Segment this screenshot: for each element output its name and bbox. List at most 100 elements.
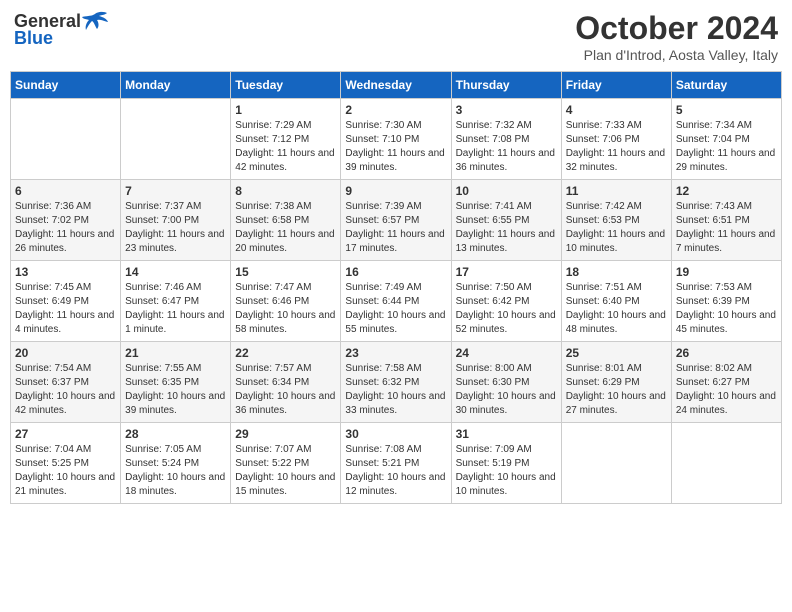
day-number: 30 [345,427,446,441]
calendar-cell: 10 Sunrise: 7:41 AM Sunset: 6:55 PM Dayli… [451,180,561,261]
cell-content: Sunrise: 7:41 AM Sunset: 6:55 PM Dayligh… [456,200,557,256]
day-number: 3 [456,103,557,117]
day-number: 24 [456,346,557,360]
day-number: 17 [456,265,557,279]
cell-content: Sunrise: 7:54 AM Sunset: 6:37 PM Dayligh… [15,362,116,418]
calendar-cell: 11 Sunrise: 7:42 AM Sunset: 6:53 PM Dayli… [561,180,671,261]
cell-content: Sunrise: 7:58 AM Sunset: 6:32 PM Dayligh… [345,362,446,418]
cell-content: Sunrise: 7:53 AM Sunset: 6:39 PM Dayligh… [676,281,777,337]
cell-content: Sunrise: 7:42 AM Sunset: 6:53 PM Dayligh… [566,200,667,256]
calendar-cell: 19 Sunrise: 7:53 AM Sunset: 6:39 PM Dayli… [671,261,781,342]
logo: General Blue [14,10,109,49]
day-number: 14 [125,265,226,279]
day-number: 29 [235,427,336,441]
cell-content: Sunrise: 7:33 AM Sunset: 7:06 PM Dayligh… [566,119,667,175]
cell-content: Sunrise: 7:36 AM Sunset: 7:02 PM Dayligh… [15,200,116,256]
calendar-cell: 17 Sunrise: 7:50 AM Sunset: 6:42 PM Dayli… [451,261,561,342]
header-day-sunday: Sunday [11,72,121,99]
day-number: 20 [15,346,116,360]
cell-content: Sunrise: 7:32 AM Sunset: 7:08 PM Dayligh… [456,119,557,175]
calendar-cell: 13 Sunrise: 7:45 AM Sunset: 6:49 PM Dayli… [11,261,121,342]
day-number: 22 [235,346,336,360]
day-number: 26 [676,346,777,360]
calendar-header-row: SundayMondayTuesdayWednesdayThursdayFrid… [11,72,782,99]
day-number: 1 [235,103,336,117]
cell-content: Sunrise: 7:45 AM Sunset: 6:49 PM Dayligh… [15,281,116,337]
calendar-cell: 18Sunrise: 7:51 AM Sunset: 6:40 PM Dayli… [561,261,671,342]
day-number: 11 [566,184,667,198]
calendar-week-row: 13 Sunrise: 7:45 AM Sunset: 6:49 PM Dayli… [11,261,782,342]
cell-content: Sunrise: 7:47 AM Sunset: 6:46 PM Dayligh… [235,281,336,337]
day-number: 5 [676,103,777,117]
calendar-cell: 7 Sunrise: 7:37 AM Sunset: 7:00 PM Daylig… [121,180,231,261]
day-number: 19 [676,265,777,279]
day-number: 15 [235,265,336,279]
calendar-cell: 14 Sunrise: 7:46 AM Sunset: 6:47 PM Dayli… [121,261,231,342]
cell-content: Sunrise: 8:00 AM Sunset: 6:30 PM Dayligh… [456,362,557,418]
logo-bird-icon [81,10,109,32]
day-number: 28 [125,427,226,441]
day-number: 25 [566,346,667,360]
day-number: 7 [125,184,226,198]
calendar-cell: 1 Sunrise: 7:29 AM Sunset: 7:12 PM Daylig… [231,99,341,180]
title-area: October 2024 Plan d'Introd, Aosta Valley… [575,10,778,63]
calendar-cell [11,99,121,180]
cell-content: Sunrise: 7:30 AM Sunset: 7:10 PM Dayligh… [345,119,446,175]
location-title: Plan d'Introd, Aosta Valley, Italy [575,47,778,63]
day-number: 12 [676,184,777,198]
day-number: 10 [456,184,557,198]
calendar-cell: 4 Sunrise: 7:33 AM Sunset: 7:06 PM Daylig… [561,99,671,180]
cell-content: Sunrise: 7:43 AM Sunset: 6:51 PM Dayligh… [676,200,777,256]
cell-content: Sunrise: 7:49 AM Sunset: 6:44 PM Dayligh… [345,281,446,337]
calendar-cell: 2Sunrise: 7:30 AM Sunset: 7:10 PM Daylig… [341,99,451,180]
calendar-cell: 21Sunrise: 7:55 AM Sunset: 6:35 PM Dayli… [121,342,231,423]
day-number: 16 [345,265,446,279]
calendar-cell: 24 Sunrise: 8:00 AM Sunset: 6:30 PM Dayli… [451,342,561,423]
cell-content: Sunrise: 7:04 AM Sunset: 5:25 PM Dayligh… [15,443,116,499]
calendar-cell: 26 Sunrise: 8:02 AM Sunset: 6:27 PM Dayli… [671,342,781,423]
header-day-monday: Monday [121,72,231,99]
cell-content: Sunrise: 7:08 AM Sunset: 5:21 PM Dayligh… [345,443,446,499]
header-day-wednesday: Wednesday [341,72,451,99]
calendar-cell: 27Sunrise: 7:04 AM Sunset: 5:25 PM Dayli… [11,423,121,504]
header: General Blue October 2024 Plan d'Introd,… [10,10,782,63]
calendar-cell: 30 Sunrise: 7:08 AM Sunset: 5:21 PM Dayli… [341,423,451,504]
cell-content: Sunrise: 8:02 AM Sunset: 6:27 PM Dayligh… [676,362,777,418]
month-title: October 2024 [575,10,778,47]
day-number: 4 [566,103,667,117]
cell-content: Sunrise: 7:34 AM Sunset: 7:04 PM Dayligh… [676,119,777,175]
day-number: 13 [15,265,116,279]
calendar-week-row: 6 Sunrise: 7:36 AM Sunset: 7:02 PM Daylig… [11,180,782,261]
calendar-cell: 20 Sunrise: 7:54 AM Sunset: 6:37 PM Dayli… [11,342,121,423]
calendar-cell: 23Sunrise: 7:58 AM Sunset: 6:32 PM Dayli… [341,342,451,423]
cell-content: Sunrise: 7:37 AM Sunset: 7:00 PM Dayligh… [125,200,226,256]
day-number: 6 [15,184,116,198]
cell-content: Sunrise: 7:05 AM Sunset: 5:24 PM Dayligh… [125,443,226,499]
header-day-thursday: Thursday [451,72,561,99]
cell-content: Sunrise: 7:39 AM Sunset: 6:57 PM Dayligh… [345,200,446,256]
calendar-cell: 25 Sunrise: 8:01 AM Sunset: 6:29 PM Dayli… [561,342,671,423]
calendar-cell: 8Sunrise: 7:38 AM Sunset: 6:58 PM Daylig… [231,180,341,261]
calendar-cell [561,423,671,504]
cell-content: Sunrise: 7:29 AM Sunset: 7:12 PM Dayligh… [235,119,336,175]
calendar-cell: 22 Sunrise: 7:57 AM Sunset: 6:34 PM Dayli… [231,342,341,423]
cell-content: Sunrise: 7:57 AM Sunset: 6:34 PM Dayligh… [235,362,336,418]
calendar-cell: 29 Sunrise: 7:07 AM Sunset: 5:22 PM Dayli… [231,423,341,504]
cell-content: Sunrise: 8:01 AM Sunset: 6:29 PM Dayligh… [566,362,667,418]
day-number: 8 [235,184,336,198]
logo-blue-text: Blue [14,28,53,49]
cell-content: Sunrise: 7:07 AM Sunset: 5:22 PM Dayligh… [235,443,336,499]
calendar-cell: 5 Sunrise: 7:34 AM Sunset: 7:04 PM Daylig… [671,99,781,180]
calendar-week-row: 1 Sunrise: 7:29 AM Sunset: 7:12 PM Daylig… [11,99,782,180]
calendar-cell: 9 Sunrise: 7:39 AM Sunset: 6:57 PM Daylig… [341,180,451,261]
calendar-cell: 6 Sunrise: 7:36 AM Sunset: 7:02 PM Daylig… [11,180,121,261]
day-number: 9 [345,184,446,198]
calendar-week-row: 27Sunrise: 7:04 AM Sunset: 5:25 PM Dayli… [11,423,782,504]
header-day-friday: Friday [561,72,671,99]
cell-content: Sunrise: 7:46 AM Sunset: 6:47 PM Dayligh… [125,281,226,337]
calendar-cell: 28 Sunrise: 7:05 AM Sunset: 5:24 PM Dayli… [121,423,231,504]
calendar-cell [671,423,781,504]
cell-content: Sunrise: 7:50 AM Sunset: 6:42 PM Dayligh… [456,281,557,337]
header-day-tuesday: Tuesday [231,72,341,99]
day-number: 21 [125,346,226,360]
